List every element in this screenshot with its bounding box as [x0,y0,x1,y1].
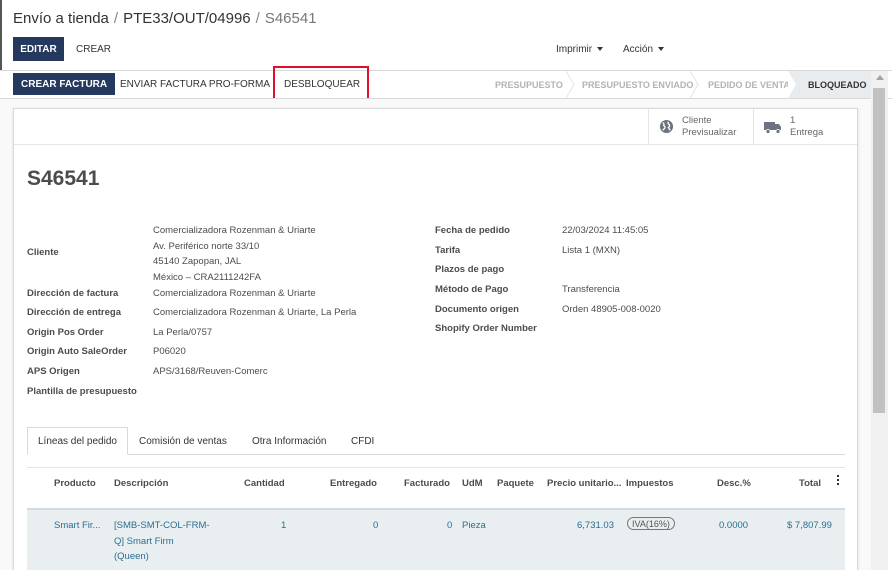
send-proforma-button[interactable]: ENVIAR FACTURA PRO-FORMA [120,73,270,95]
stage-presupuesto[interactable]: PRESUPUESTO [495,71,563,98]
globe-icon [659,119,674,134]
cell-description-line: Q] Smart Firm [114,535,174,547]
breadcrumb-item-picking[interactable]: PTE33/OUT/04996 [123,10,251,27]
tax-badge[interactable]: IVA(16%) [627,517,675,530]
aps-origin-value[interactable]: APS/3168/Reuven-Comerc [153,366,268,377]
source-document-value: Orden 48905-008-0020 [562,304,661,315]
column-header-package[interactable]: Paquete [497,478,534,489]
tab-sales-commission[interactable]: Comisión de ventas [129,427,237,455]
breadcrumb-current: S46541 [264,10,317,27]
aps-origin-label: APS Origen [27,366,80,377]
auto-saleorder-label: Origin Auto SaleOrder [27,346,127,357]
cell-quantity[interactable]: 1 [281,518,286,534]
auto-saleorder-value[interactable]: P06020 [153,346,186,357]
customer-name[interactable]: Comercializadora Rozenman & Uriarte [153,225,316,236]
column-header-unit-price[interactable]: Precio unitario... [547,478,621,489]
form-sheet: Cliente Previsualizar 1 Entrega S46541 C… [13,108,858,570]
scrollbar-thumb[interactable] [873,88,885,413]
breadcrumb: Envío a tienda / PTE33/OUT/04996/S46541 [13,10,317,27]
delivery-label: Entrega [790,126,824,138]
preview-smart-button[interactable]: Cliente Previsualizar [648,109,753,144]
optional-columns-icon[interactable] [837,475,840,487]
stage-separator-icon [689,71,699,98]
customer-label: Cliente [27,247,59,258]
column-header-total[interactable]: Total [799,478,821,489]
payment-method-label: Método de Pago [435,284,509,295]
customer-address-line: 45140 Zapopan, JAL [153,256,242,267]
print-dropdown-label: Imprimir [556,43,593,55]
cell-total: $ 7,807.99 [787,520,832,531]
order-title: S46541 [27,167,100,190]
cell-delivered[interactable]: 0 [373,518,378,534]
shopify-order-label: Shopify Order Number [435,323,537,334]
column-header-invoiced[interactable]: Facturado [404,478,450,489]
payment-terms-label: Plazos de pago [435,264,505,275]
print-dropdown[interactable]: Imprimir [556,37,604,61]
column-header-taxes[interactable]: Impuestos [626,478,674,489]
action-dropdown[interactable]: Acción [623,37,665,61]
breadcrumb-separator: / [113,10,119,27]
pricelist-value[interactable]: Lista 1 (MXN) [562,245,620,256]
invoice-address-value[interactable]: Comercializadora Rozenman & Uriarte [153,288,316,299]
quote-template-label: Plantilla de presupuesto [27,386,137,397]
cell-unit-price[interactable]: 6,731.03 [577,518,614,534]
create-button[interactable]: CREAR [69,37,118,61]
pricelist-label: Tarifa [435,245,461,256]
caret-down-icon [597,47,604,51]
column-header-discount[interactable]: Desc.% [717,478,751,489]
cell-description-line: [SMB-SMT-COL-FRM- [114,520,210,531]
delivery-smart-button[interactable]: 1 Entrega [753,109,858,144]
stage-pedido-de-venta[interactable]: PEDIDO DE VENTA [708,71,790,98]
customer-address-line: Av. Periférico norte 33/10 [153,241,260,252]
column-header-quantity[interactable]: Cantidad [244,478,285,489]
invoice-address-label: Dirección de factura [27,288,119,299]
scroll-up-arrow-icon[interactable] [876,75,884,80]
table-header-top [27,467,845,468]
divider [14,144,857,145]
unlock-highlight-box [273,66,369,102]
truck-icon [764,121,781,134]
column-header-delivered[interactable]: Entregado [330,478,377,489]
order-date-label: Fecha de pedido [435,225,510,236]
cell-invoiced[interactable]: 0 [447,518,452,534]
cell-uom[interactable]: Pieza [462,518,486,534]
stage-bloqueado[interactable]: BLOQUEADO [788,71,871,98]
cell-product[interactable]: Smart Fir... [54,518,100,534]
tab-order-lines[interactable]: Líneas del pedido [27,427,128,455]
source-document-label: Documento origen [435,304,519,315]
column-header-product[interactable]: Producto [54,478,96,489]
delivery-count: 1 [790,114,796,126]
cell-description[interactable]: [SMB-SMT-COL-FRM- Q] Smart Firm (Queen) [114,518,210,565]
app-root: Envío a tienda / PTE33/OUT/04996/S46541 ED… [0,0,892,570]
tab-other-info[interactable]: Otra Información [242,427,336,455]
edit-button[interactable]: EDITAR [13,37,64,61]
stage-presupuesto-enviado[interactable]: PRESUPUESTO ENVIADO [582,71,693,98]
cell-description-line: (Queen) [114,551,149,562]
customer-address-line: México – CRA2111242FA [153,272,261,283]
column-header-uom[interactable]: UdM [462,478,483,489]
stage-separator-icon [788,71,796,98]
delivery-address-label: Dirección de entrega [27,307,121,318]
pos-order-label: Origin Pos Order [27,327,104,338]
order-date-value: 22/03/2024 11:45:05 [562,225,649,236]
tab-cfdi[interactable]: CFDI [341,427,384,455]
preview-line2: Previsualizar [682,126,737,138]
create-invoice-button[interactable]: CREAR FACTURA [13,73,116,95]
payment-method-value[interactable]: Transferencia [562,284,620,295]
action-dropdown-label: Acción [623,43,654,55]
breadcrumb-separator: / [255,10,260,27]
stage-separator-icon [565,71,575,98]
pos-order-value[interactable]: La Perla/0757 [153,327,212,338]
preview-line1: Cliente [682,114,712,126]
delivery-address-value[interactable]: Comercializadora Rozenman & Uriarte, La … [153,307,356,318]
breadcrumb-item-envio[interactable]: Envío a tienda [13,10,109,27]
cell-discount[interactable]: 0.0000 [719,518,748,534]
column-header-description[interactable]: Descripción [114,478,168,489]
caret-down-icon [658,47,665,51]
